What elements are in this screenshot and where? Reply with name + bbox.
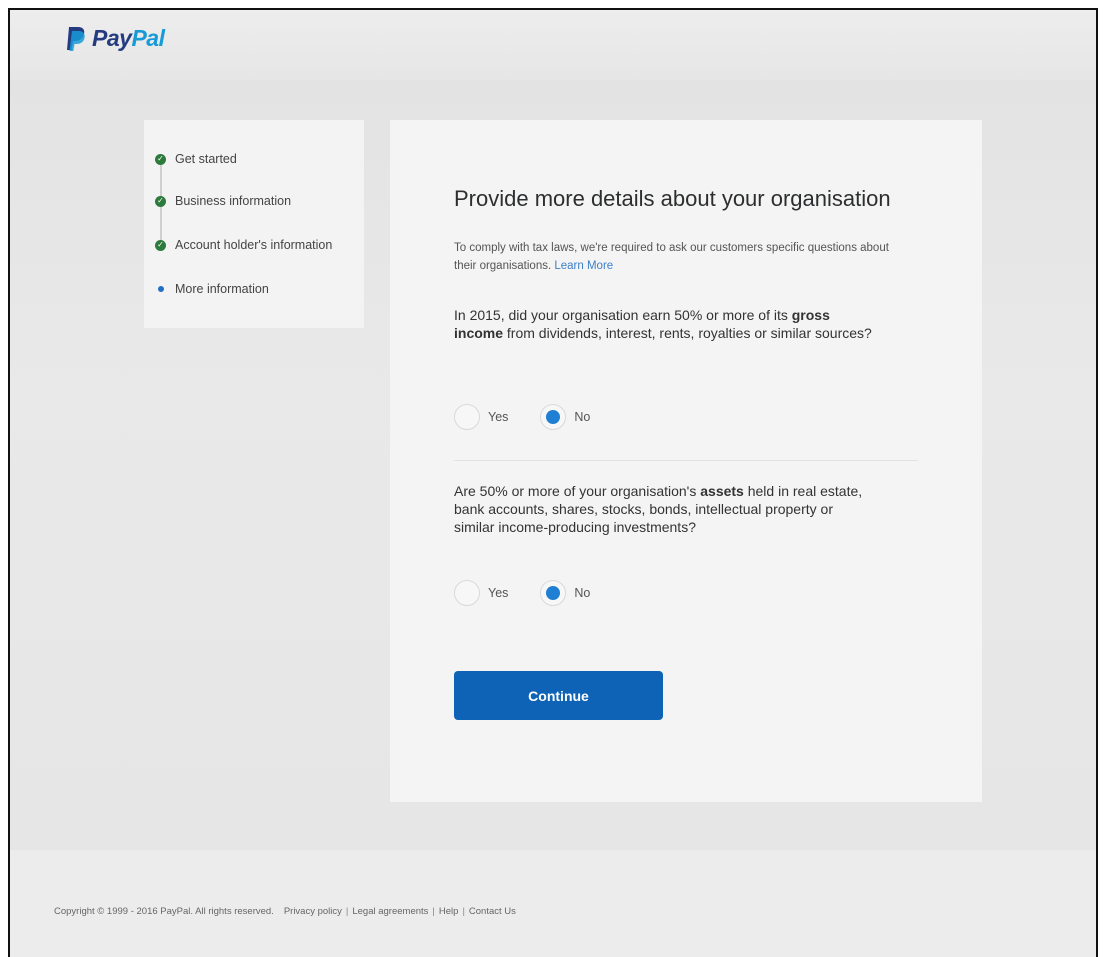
radio-yes[interactable]: Yes xyxy=(454,404,508,430)
step-account-holder-information: ✓ Account holder's information xyxy=(155,238,332,252)
header: PayPal xyxy=(10,10,1096,80)
check-icon: ✓ xyxy=(155,153,166,165)
logo-text-pay: Pay xyxy=(92,25,132,51)
intro-text: To comply with tax laws, we're required … xyxy=(454,240,894,276)
question-text: In 2015, did your organisation earn 50% … xyxy=(454,307,792,323)
logo-text: PayPal xyxy=(92,25,165,52)
progress-steps: ✓ Get started ✓ Business information ✓ A… xyxy=(144,120,364,328)
radio-label: Yes xyxy=(488,410,509,424)
step-label: Get started xyxy=(175,152,237,166)
radio-no[interactable]: No xyxy=(540,404,590,430)
footer-links: Copyright © 1999 - 2016 PayPal. All righ… xyxy=(54,906,516,917)
legal-agreements-link[interactable]: Legal agreements xyxy=(352,906,428,917)
form-card: Provide more details about your organisa… xyxy=(390,120,982,802)
step-get-started: ✓ Get started xyxy=(155,152,237,166)
question-text: from dividends, interest, rents, royalti… xyxy=(503,325,872,342)
browser-frame: PayPal ✓ Get started ✓ Business informat… xyxy=(8,8,1098,957)
radio-label: No xyxy=(574,586,591,600)
radio-circle-icon[interactable] xyxy=(540,404,567,430)
radio-group-assets: Yes No xyxy=(454,580,590,606)
step-label: Account holder's information xyxy=(175,238,333,252)
radio-circle-icon[interactable] xyxy=(454,404,480,430)
logo-text-pal: Pal xyxy=(131,25,165,51)
radio-label: No xyxy=(574,410,591,424)
link-separator: | xyxy=(345,906,349,917)
copyright-text: Copyright © 1999 - 2016 PayPal. All righ… xyxy=(54,906,274,917)
radio-circle-icon[interactable] xyxy=(454,580,480,606)
paypal-logo[interactable]: PayPal xyxy=(66,25,165,52)
intro-body: To comply with tax laws, we're required … xyxy=(454,242,889,272)
paypal-logo-icon xyxy=(67,26,85,51)
radio-group-gross-income: Yes No xyxy=(454,404,590,430)
question-gross-income: In 2015, did your organisation earn 50% … xyxy=(454,306,874,342)
privacy-policy-link[interactable]: Privacy policy xyxy=(284,906,342,917)
radio-label: Yes xyxy=(488,586,509,600)
question-assets: Are 50% or more of your organisation's a… xyxy=(454,482,874,537)
current-step-dot-icon xyxy=(158,286,164,292)
step-more-information: More information xyxy=(155,282,269,296)
divider xyxy=(454,460,918,461)
page-title: Provide more details about your organisa… xyxy=(454,186,891,211)
radio-yes[interactable]: Yes xyxy=(454,580,508,606)
learn-more-link[interactable]: Learn More xyxy=(554,260,613,272)
continue-button[interactable]: Continue xyxy=(454,671,663,720)
link-separator: | xyxy=(462,906,465,917)
check-icon: ✓ xyxy=(155,195,166,207)
question-text: Are 50% or more of your organisation's xyxy=(454,483,701,499)
help-link[interactable]: Help xyxy=(439,906,459,917)
step-label: Business information xyxy=(175,194,292,208)
check-icon: ✓ xyxy=(155,239,166,251)
contact-us-link[interactable]: Contact Us xyxy=(469,906,516,917)
radio-no[interactable]: No xyxy=(540,580,590,606)
question-bold-term: assets xyxy=(700,483,744,499)
step-business-information: ✓ Business information xyxy=(155,194,291,208)
radio-circle-icon[interactable] xyxy=(540,580,567,606)
footer: Copyright © 1999 - 2016 PayPal. All righ… xyxy=(10,850,1096,957)
link-separator: | xyxy=(432,906,435,917)
step-label: More information xyxy=(175,282,269,296)
